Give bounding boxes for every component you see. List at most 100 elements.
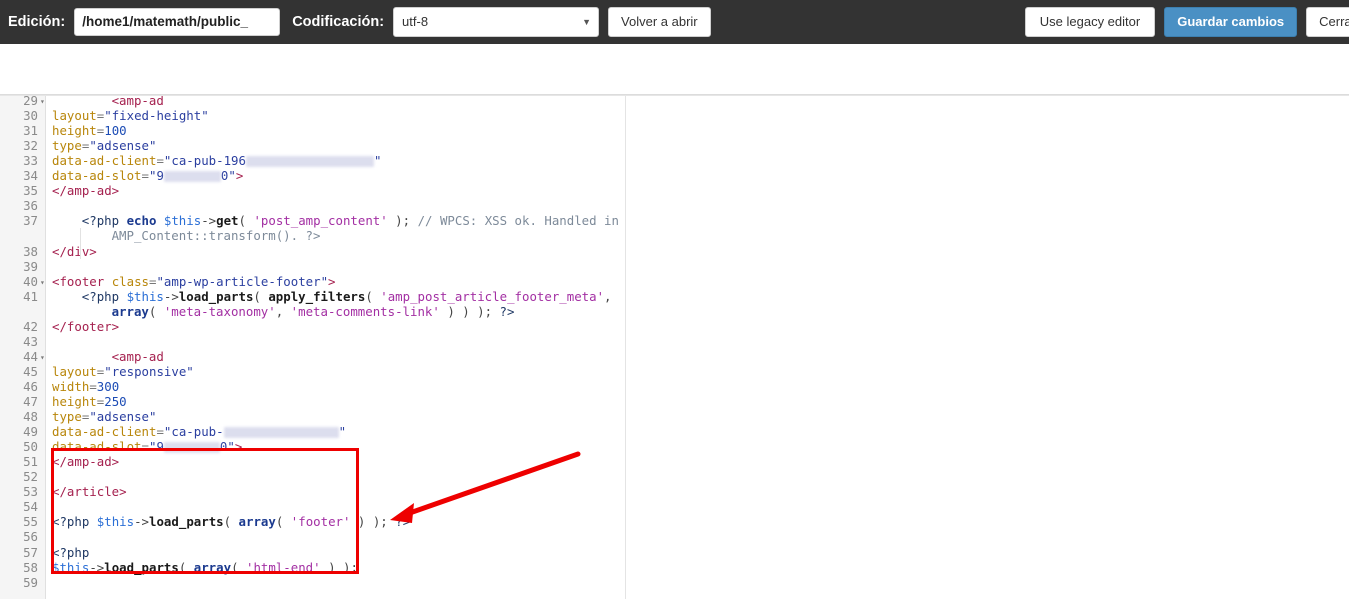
- code-line[interactable]: <?php echo $this->get( 'post_amp_content…: [82, 213, 619, 228]
- code-line[interactable]: </amp-ad>: [52, 454, 119, 469]
- code-token: 'footer': [290, 514, 351, 530]
- code-token: =: [141, 439, 149, 455]
- code-token: <?php: [52, 514, 90, 530]
- code-token: data-ad-slot: [52, 168, 142, 184]
- code-line[interactable]: array( 'meta-taxonomy', 'meta-comments-l…: [112, 304, 515, 319]
- redacted-text: [163, 442, 220, 454]
- file-path-input[interactable]: /home1/matemath/public_: [74, 8, 281, 36]
- code-line[interactable]: <amp-ad: [111, 95, 164, 108]
- code-token: 'amp_post_article_footer_meta': [380, 288, 605, 304]
- code-line[interactable]: layout="fixed-height": [52, 108, 209, 123]
- code-token: <?php: [81, 288, 120, 304]
- code-line[interactable]: <footer class="amp-wp-article-footer">: [52, 274, 336, 289]
- code-line[interactable]: data-ad-slot="9 0">: [52, 168, 243, 183]
- reopen-button[interactable]: Volver a abrir: [608, 7, 711, 37]
- code-line[interactable]: <?php: [52, 545, 89, 560]
- code-line[interactable]: </article>: [52, 484, 127, 499]
- code-token: class: [111, 273, 149, 289]
- redacted-text: [245, 156, 374, 168]
- code-token: (: [231, 559, 246, 575]
- code-line[interactable]: layout="responsive": [52, 364, 194, 379]
- code-line[interactable]: type="adsense": [52, 138, 156, 153]
- line-number: 44: [23, 348, 38, 364]
- code-line[interactable]: type="adsense": [52, 409, 156, 424]
- line-number: 45: [23, 363, 38, 379]
- top-toolbar: Edición: /home1/matemath/public_ Codific…: [0, 0, 1349, 44]
- edition-label: Edición:: [8, 14, 66, 30]
- code-line[interactable]: AMP_Content::transform(). ?>: [112, 228, 321, 243]
- code-token: ?>: [395, 514, 411, 530]
- code-token: array: [238, 514, 276, 530]
- code-line[interactable]: height=250: [52, 394, 127, 409]
- code-line[interactable]: data-ad-client="ca-pub- ": [52, 424, 346, 439]
- code-token: ,: [604, 288, 612, 304]
- chevron-down-icon: ▼: [582, 17, 592, 27]
- code-content[interactable]: 2829▾<amp-ad30layout="fixed-height"31hei…: [0, 96, 1349, 599]
- code-token: (: [238, 213, 254, 229]
- code-token: echo: [126, 213, 157, 229]
- code-editor[interactable]: 2829▾<amp-ad30layout="fixed-height"31hei…: [0, 95, 1349, 599]
- code-token: "amp-wp-article-footer": [156, 273, 329, 289]
- code-token: data-ad-client: [52, 424, 157, 440]
- code-line[interactable]: $this->load_parts( array( 'html-end' ) )…: [52, 560, 358, 575]
- code-line[interactable]: </div>: [52, 244, 97, 259]
- code-token: height: [52, 123, 97, 139]
- redacted-text: [223, 427, 339, 439]
- code-token: 100: [104, 123, 127, 139]
- code-token: $this: [52, 559, 90, 575]
- code-token: =: [156, 424, 164, 440]
- code-token: ) );: [350, 514, 396, 530]
- code-token: width: [52, 378, 90, 394]
- code-token: <?php: [52, 544, 90, 560]
- code-line[interactable]: data-ad-slot="9 0">: [52, 439, 242, 454]
- code-line[interactable]: width=300: [52, 379, 119, 394]
- code-token: 'post_amp_content': [253, 213, 388, 229]
- code-token: <?php: [81, 213, 120, 229]
- save-changes-button[interactable]: Guardar cambios: [1164, 7, 1298, 37]
- code-token: height: [52, 394, 97, 409]
- code-line[interactable]: data-ad-client="ca-pub-196 ": [52, 153, 381, 168]
- code-token: data-ad-client: [52, 153, 157, 169]
- line-number: 46: [23, 378, 38, 394]
- line-number: 42: [23, 318, 38, 334]
- line-number: 48: [23, 409, 38, 425]
- code-token: >: [234, 439, 243, 455]
- line-number: 57: [23, 544, 38, 560]
- editor-toolbar: Keyboard shortcuts 13px ▼ PHP ▼: [0, 44, 1349, 130]
- fold-toggle-icon[interactable]: ▾: [40, 278, 45, 287]
- code-token: <amp-ad: [111, 348, 164, 364]
- code-line[interactable]: </footer>: [52, 319, 119, 334]
- code-line[interactable]: <?php $this->load_parts( apply_filters( …: [82, 289, 612, 304]
- code-token: ->: [163, 288, 179, 304]
- code-token: // WPCS: XSS ok. Handled in: [417, 213, 619, 229]
- code-token: <amp-ad: [111, 95, 164, 108]
- code-line[interactable]: <amp-ad: [112, 349, 164, 364]
- code-token: "9: [149, 168, 164, 184]
- code-token: (: [223, 514, 239, 530]
- line-number: 37: [23, 213, 38, 229]
- code-token: load_parts: [149, 514, 224, 530]
- code-token: "9: [149, 439, 164, 455]
- code-token: ": [338, 424, 347, 440]
- fold-toggle-icon[interactable]: ▾: [40, 353, 45, 362]
- close-button[interactable]: Cerrar: [1306, 7, 1349, 37]
- code-token: $this: [96, 514, 135, 530]
- legacy-editor-button[interactable]: Use legacy editor: [1024, 7, 1156, 37]
- code-token: "fixed-height": [104, 108, 209, 124]
- encoding-select-value: utf-8: [402, 14, 429, 29]
- fold-toggle-icon[interactable]: ▾: [40, 97, 45, 106]
- line-number: 34: [23, 168, 38, 184]
- code-token: =: [156, 153, 164, 169]
- line-number: 54: [23, 499, 38, 515]
- line-number: 47: [23, 394, 38, 409]
- indent-guide: [80, 228, 81, 259]
- code-line[interactable]: <?php $this->load_parts( array( 'footer'…: [52, 514, 410, 529]
- encoding-select[interactable]: utf-8 ▼: [393, 7, 600, 37]
- code-token: 0": [220, 168, 236, 184]
- code-line[interactable]: </amp-ad>: [52, 183, 119, 198]
- code-line[interactable]: height=100: [52, 123, 127, 138]
- line-number: 35: [23, 183, 38, 199]
- code-token: </footer>: [52, 318, 120, 334]
